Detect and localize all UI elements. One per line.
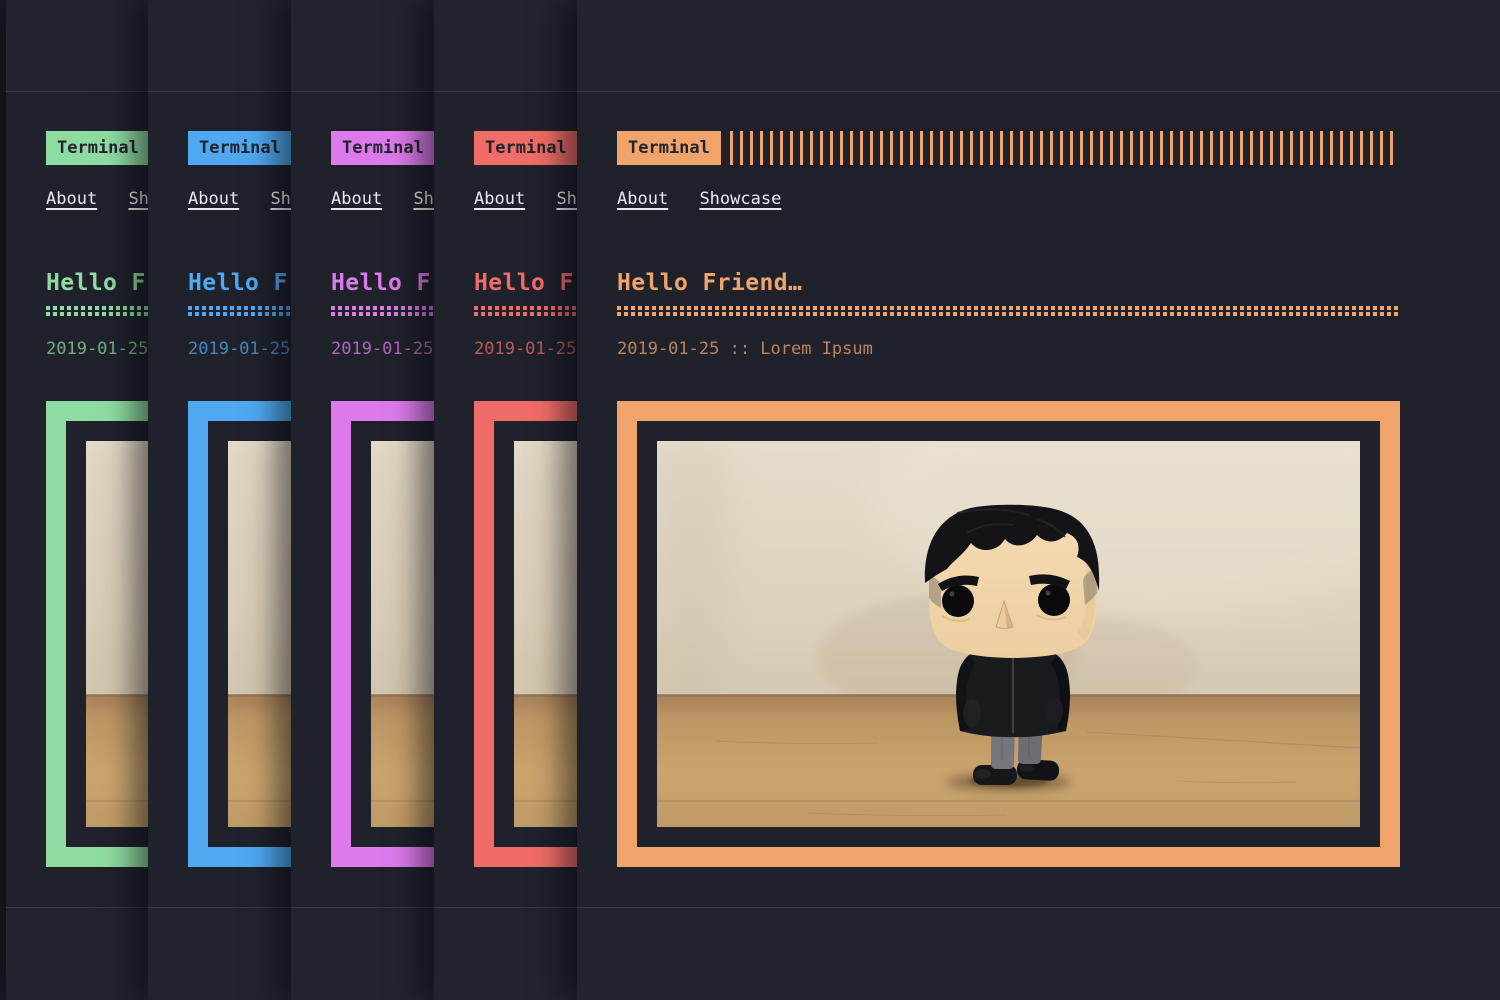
- panel-bottom-strip: [577, 907, 1500, 1000]
- post-cover-photo: [657, 441, 1360, 827]
- nav-link-about[interactable]: About: [331, 189, 382, 209]
- site-nav: About Showcase: [617, 189, 1460, 209]
- post-cover-frame: [617, 401, 1400, 867]
- stage: Terminal About Showcase Hello Friend… 20…: [0, 0, 1500, 1000]
- nav-link-about[interactable]: About: [474, 189, 525, 209]
- figurine-head: [925, 505, 1099, 658]
- nav-link-showcase[interactable]: Showcase: [699, 189, 781, 209]
- site-logo[interactable]: Terminal: [188, 131, 292, 165]
- site-logo[interactable]: Terminal: [474, 131, 578, 165]
- logo-decoration-bars-icon: [730, 131, 1400, 165]
- panel-main: Terminal About Showcase Hello Friend… 20…: [577, 92, 1500, 867]
- site-logo[interactable]: Terminal: [331, 131, 435, 165]
- divider-dots-row: [617, 306, 1400, 310]
- post-meta: 2019-01-25 :: Lorem Ipsum: [617, 340, 1400, 358]
- panel-top-strip: [577, 0, 1500, 92]
- site-header: Terminal: [617, 131, 1400, 165]
- post-title[interactable]: Hello Friend…: [617, 272, 1400, 295]
- funko-figurine-illustration: [657, 441, 1360, 827]
- nav-link-about[interactable]: About: [617, 189, 668, 209]
- nav-link-about[interactable]: About: [188, 189, 239, 209]
- nav-link-about[interactable]: About: [46, 189, 97, 209]
- divider-dots-row: [617, 312, 1400, 316]
- post-title-divider: [617, 306, 1400, 316]
- theme-panel-orange: Terminal About Showcase Hello Friend… 20…: [577, 0, 1500, 1000]
- site-logo[interactable]: Terminal: [617, 131, 721, 165]
- site-logo[interactable]: Terminal: [46, 131, 150, 165]
